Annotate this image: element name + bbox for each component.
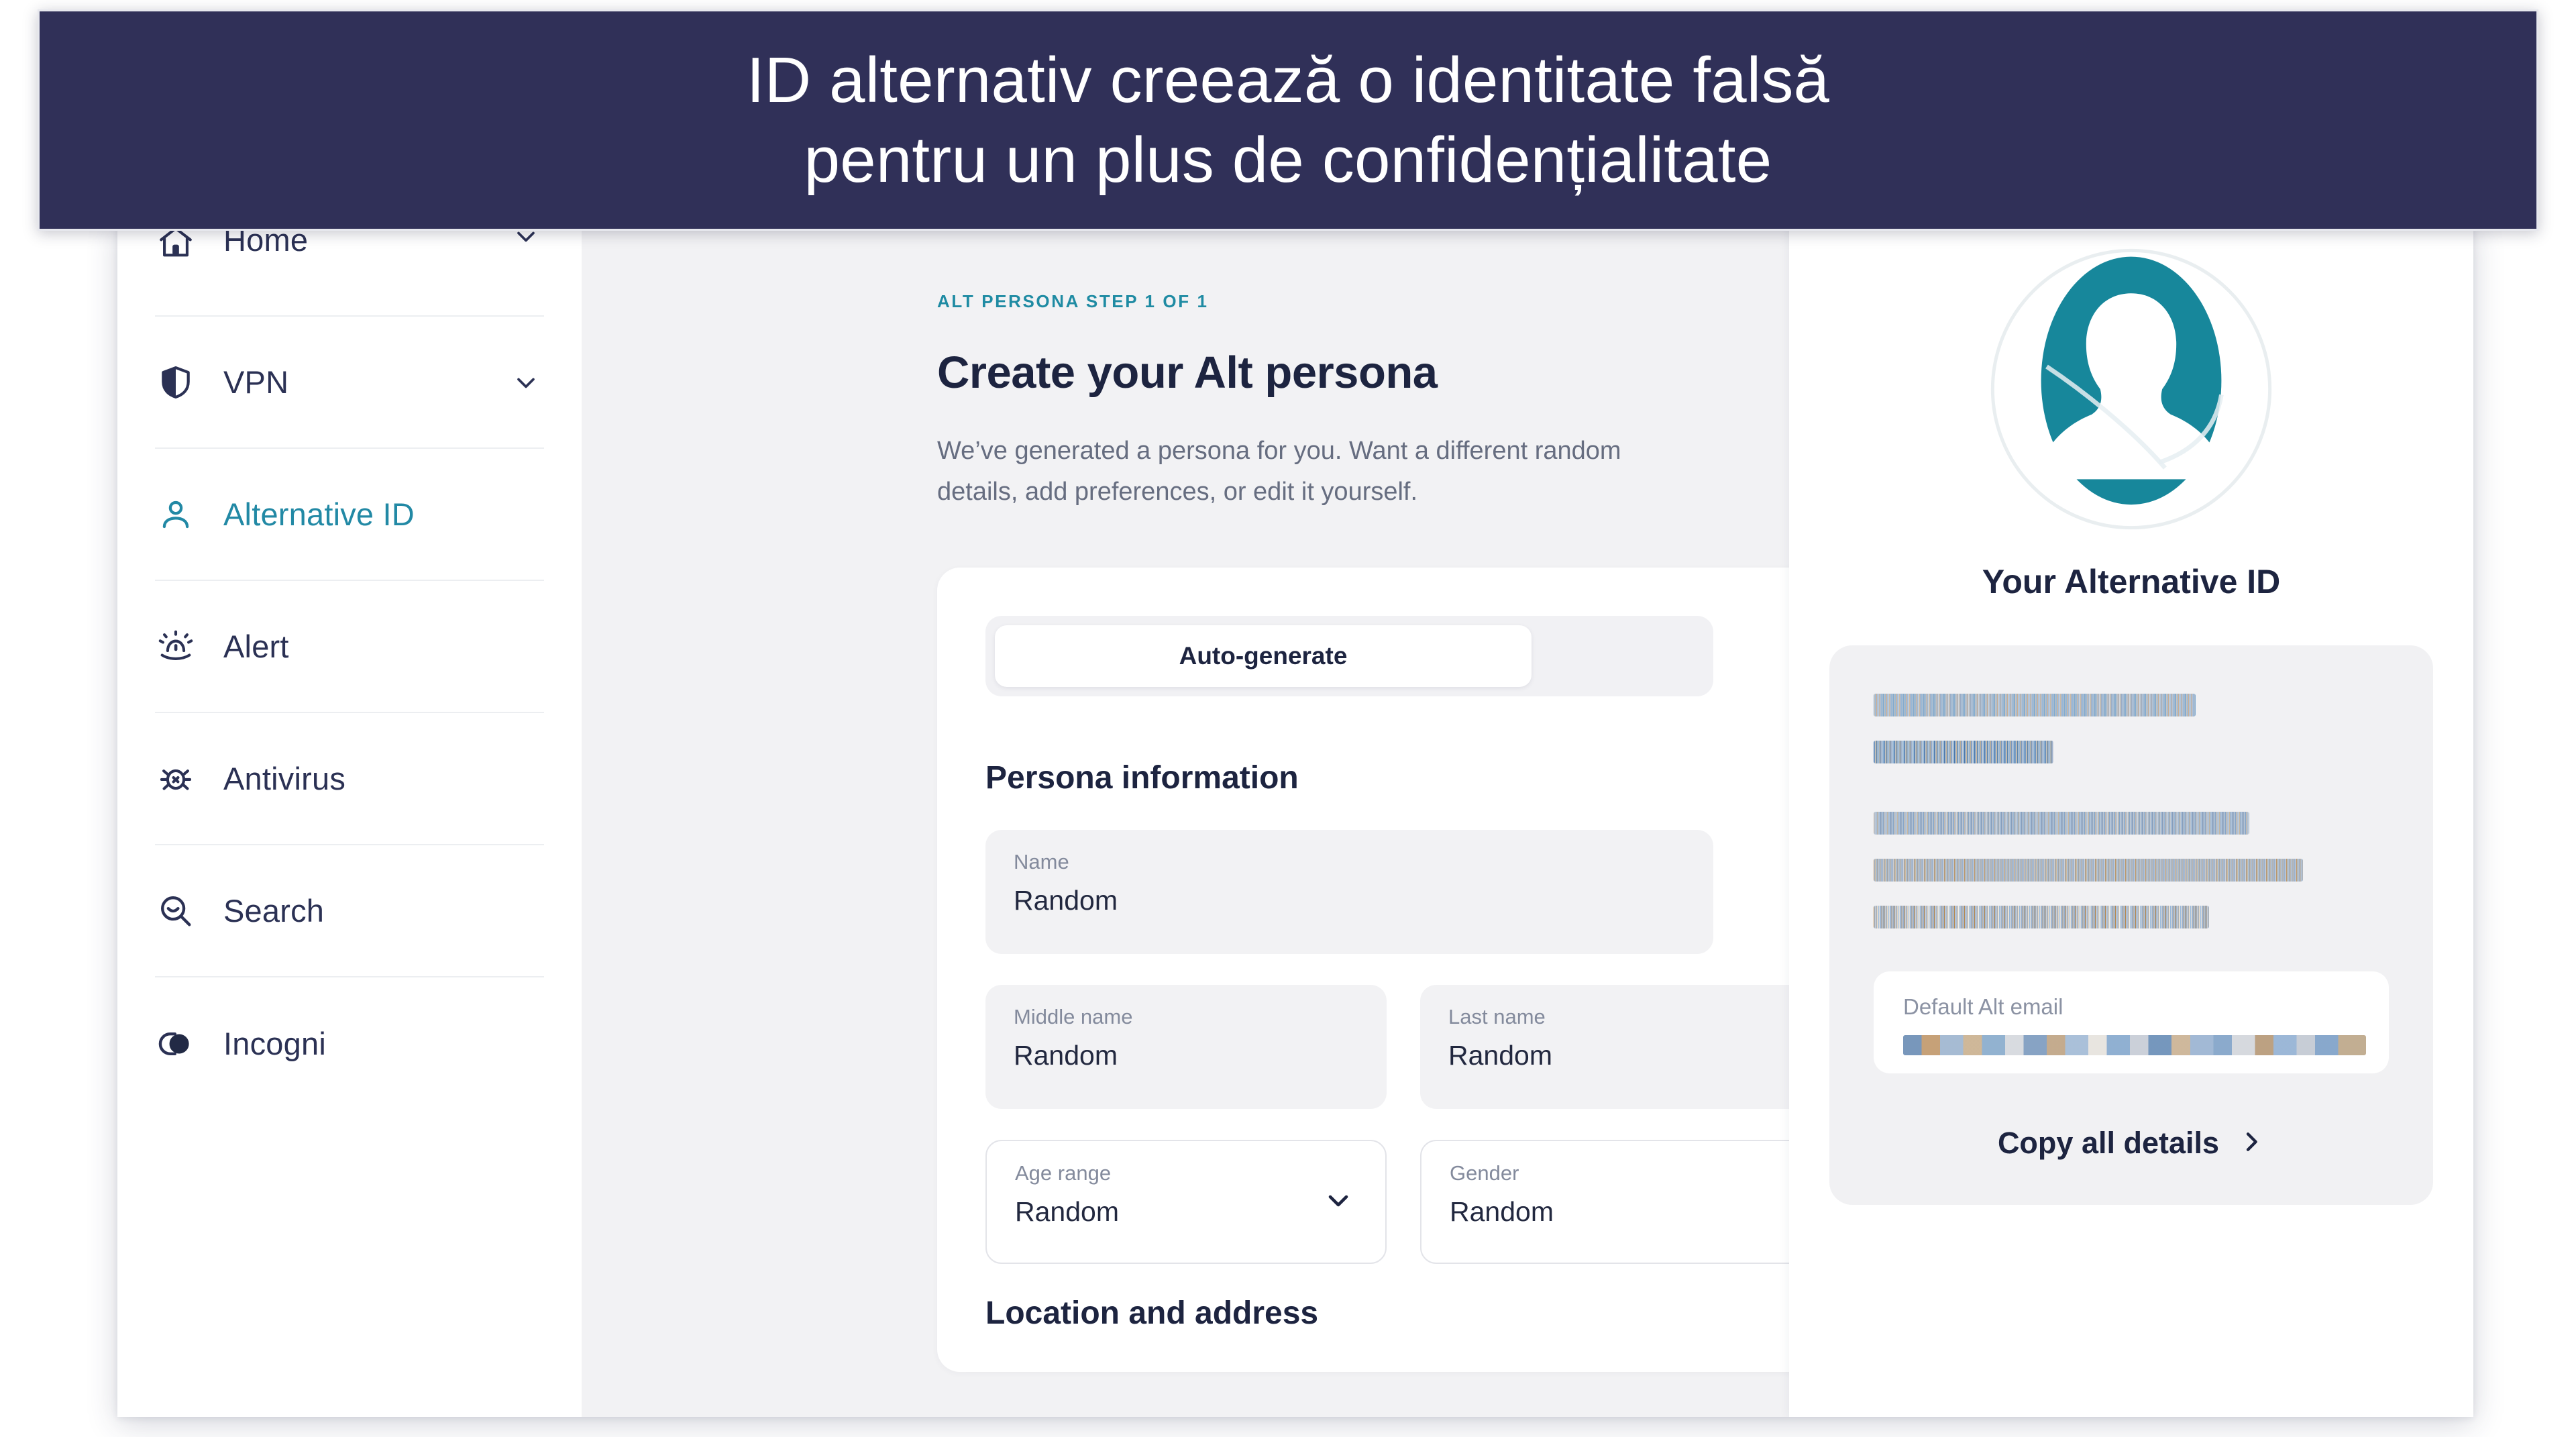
field-value: Random [1448, 1039, 1552, 1071]
copy-all-details-button[interactable]: Copy all details [1874, 1126, 2389, 1161]
redacted-detail-line [1874, 906, 2209, 928]
redacted-email-value [1903, 1035, 2366, 1055]
middle-name-field[interactable]: Middle name Random [985, 984, 1387, 1109]
redacted-detail-line [1874, 741, 2053, 763]
copy-all-details-label: Copy all details [1997, 1126, 2220, 1160]
content-column: ALT PERSONA STEP 1 OF 1 Create your Alt … [582, 221, 1789, 1417]
screenshot-root: Home VPN Alternative ID Alert Antivirus … [0, 0, 2576, 1437]
chevron-right-icon [2238, 1128, 2265, 1159]
toggle-icon [155, 1023, 197, 1065]
redacted-detail-line [1874, 859, 2303, 882]
auto-generate-tab[interactable]: Auto-generate [995, 625, 1532, 687]
redacted-detail-line [1874, 812, 2249, 835]
chevron-down-icon[interactable] [508, 368, 544, 397]
field-row-age-gender: Age range Random Gender Random [985, 1139, 1789, 1264]
page-title: Create your Alt persona [937, 348, 1438, 398]
sidebar-item-vpn[interactable]: VPN [155, 317, 544, 449]
shield-icon [155, 362, 197, 403]
main-region: ALT PERSONA STEP 1 OF 1 Create your Alt … [582, 221, 2473, 1417]
bug-icon [155, 758, 197, 800]
field-row-middle-last: Middle name Random Last name Random [985, 984, 1789, 1109]
field-label: Gender [1450, 1161, 1519, 1185]
persona-form-card: Auto-generate Persona information Name R… [937, 567, 1789, 1372]
person-avatar-icon [1990, 248, 2272, 530]
field-value: Random [1014, 1039, 1118, 1071]
person-icon [155, 494, 197, 535]
sidebar-item-home[interactable]: Home [155, 221, 544, 317]
sidebar-item-search[interactable]: Search [155, 845, 544, 977]
sidebar-item-alert[interactable]: Alert [155, 581, 544, 713]
sidebar-item-label: Alternative ID [223, 496, 415, 532]
field-label: Last name [1448, 1004, 1546, 1028]
sidebar-item-label: Search [223, 893, 325, 928]
field-label: Middle name [1014, 1004, 1133, 1028]
name-field[interactable]: Name Random [985, 829, 1713, 954]
sidebar-item-alternative-id[interactable]: Alternative ID [155, 449, 544, 581]
sidebar-item-antivirus[interactable]: Antivirus [155, 713, 544, 845]
chevron-down-icon[interactable] [1322, 1184, 1354, 1220]
field-label: Name [1014, 849, 1069, 873]
field-value: Random [1015, 1195, 1119, 1227]
sidebar-item-label: Incogni [223, 1026, 326, 1061]
last-name-field[interactable]: Last name Random [1420, 984, 1789, 1109]
step-eyebrow: ALT PERSONA STEP 1 OF 1 [937, 291, 1209, 311]
age-range-select[interactable]: Age range Random [985, 1139, 1387, 1264]
redacted-detail-line [1874, 694, 2196, 716]
field-value: Random [1450, 1195, 1554, 1227]
sidebar-item-incogni[interactable]: Incogni [155, 977, 544, 1110]
alert-icon [155, 626, 197, 668]
panel-title: Your Alternative ID [1982, 563, 2281, 600]
sidebar: Home VPN Alternative ID Alert Antivirus … [117, 221, 582, 1417]
sidebar-item-label: VPN [223, 364, 289, 400]
generation-mode-segmented-control[interactable]: Auto-generate [985, 615, 1713, 696]
sidebar-item-label: Alert [223, 629, 289, 664]
caption-line-1: ID alternativ creează o identitate falsă [746, 44, 1830, 116]
caption-banner: ID alternativ creează o identitate falsă… [38, 9, 2538, 231]
search-icon [155, 890, 197, 932]
persona-details-card: Default Alt email Copy all details [1829, 645, 2433, 1205]
field-row-name: Name Random [985, 829, 1789, 954]
field-label: Age range [1015, 1161, 1112, 1185]
section-title-persona: Persona information [985, 759, 1299, 796]
caption-line-2: pentru un plus de confidențialitate [804, 124, 1772, 196]
page-description: We’ve generated a persona for you. Want … [937, 437, 1621, 506]
field-label: Default Alt email [1903, 994, 2063, 1019]
alternative-id-panel: Your Alternative ID Default Alt email Co… [1789, 221, 2473, 1417]
app-window: Home VPN Alternative ID Alert Antivirus … [117, 221, 2473, 1417]
sidebar-item-label: Antivirus [223, 761, 346, 796]
field-value: Random [1014, 884, 1118, 916]
default-alt-email-field[interactable]: Default Alt email [1874, 971, 2389, 1073]
caption-text: ID alternativ creează o identitate falsă… [720, 40, 1856, 200]
gender-select[interactable]: Gender Random [1420, 1139, 1789, 1264]
section-title-location: Location and address [985, 1295, 1319, 1331]
